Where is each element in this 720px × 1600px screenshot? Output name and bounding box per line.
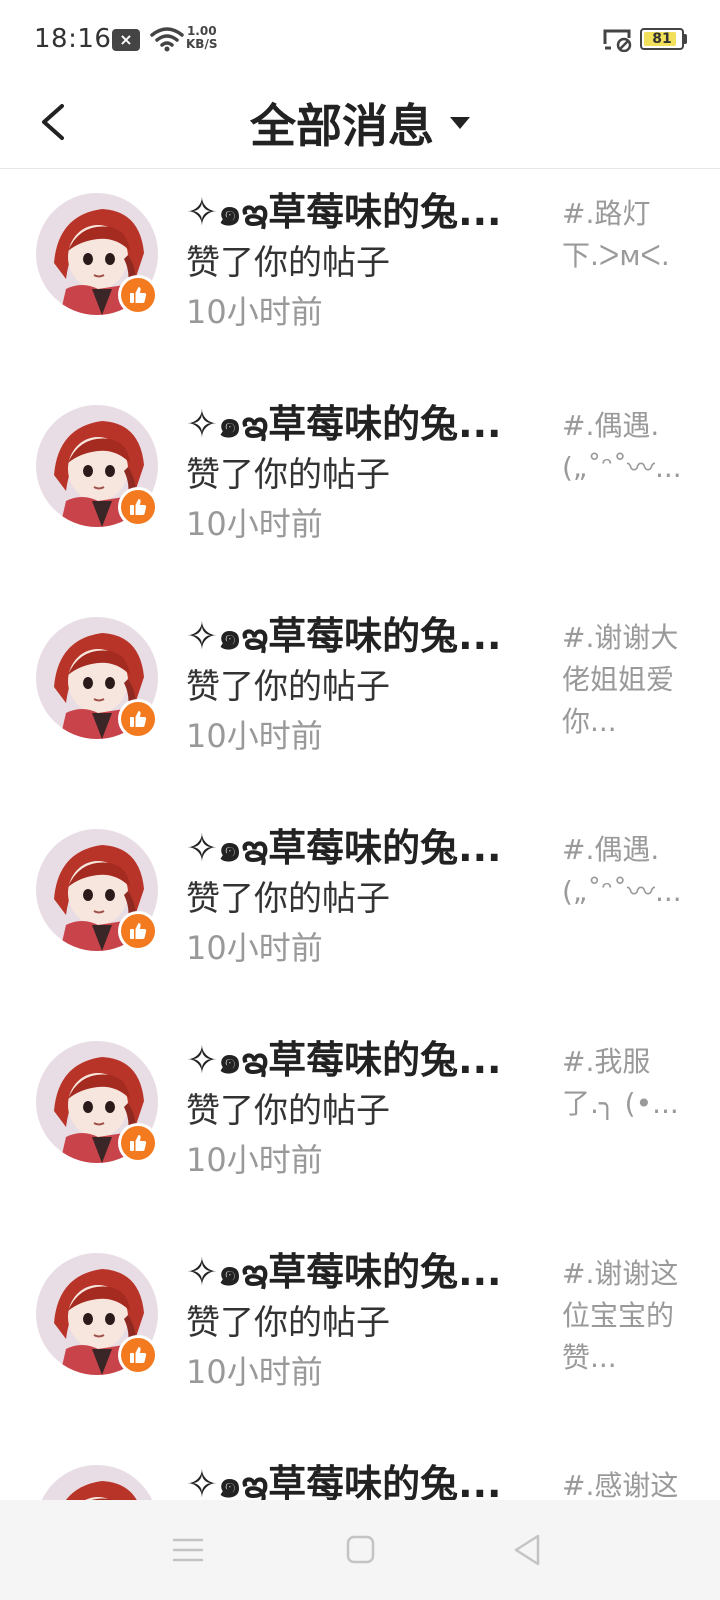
battery-level: 81 bbox=[652, 31, 672, 47]
message-time: 10小时前 bbox=[186, 293, 323, 331]
message-action: 赞了你的帖子 bbox=[186, 243, 390, 283]
post-preview-line: #.谢谢大 bbox=[562, 621, 679, 654]
post-preview[interactable]: #.偶遇. („˚ᵔ˚〰... bbox=[562, 829, 690, 913]
message-item[interactable]: ✧๑ఇ草莓味的兔... 赞了你的帖子 10小时前 #.谢谢大 佬姐姐爱 你... bbox=[0, 593, 720, 805]
thumbs-up-icon bbox=[118, 275, 158, 315]
avatar[interactable] bbox=[36, 1465, 158, 1500]
post-preview-line: 赞... bbox=[562, 1341, 617, 1374]
post-preview-line: („˚ᵔ˚〰... bbox=[562, 875, 682, 908]
post-preview-line: 你... bbox=[562, 705, 617, 738]
message-list[interactable]: ✧๑ఇ草莓味的兔... 赞了你的帖子 10小时前 #.路灯下.ᐳᴍᐸ. ✧๑ఇ草莓味的兔… bbox=[0, 169, 720, 1500]
menu-icon bbox=[172, 1538, 204, 1562]
message-time: 10小时前 bbox=[186, 1141, 323, 1179]
post-preview-line: #.偶遇. bbox=[562, 833, 660, 866]
thumbs-up-icon bbox=[118, 1123, 158, 1163]
thumbs-up-icon bbox=[118, 911, 158, 951]
message-action: 赞了你的帖子 bbox=[186, 1091, 390, 1131]
post-preview-line: („˚ᵔ˚〰... bbox=[562, 451, 682, 484]
triangle-back-icon bbox=[514, 1534, 540, 1566]
message-time: 10小时前 bbox=[186, 505, 323, 543]
post-preview-line: 下.ᐳᴍᐸ. bbox=[562, 239, 670, 272]
message-time: 10小时前 bbox=[186, 717, 323, 755]
home-button[interactable] bbox=[340, 1530, 380, 1570]
caret-down-icon bbox=[450, 117, 470, 129]
avatar[interactable] bbox=[36, 829, 158, 951]
post-preview-line: #.我服 bbox=[562, 1045, 651, 1078]
message-action: 赞了你的帖子 bbox=[186, 1303, 390, 1343]
square-icon bbox=[346, 1535, 375, 1564]
avatar[interactable] bbox=[36, 405, 158, 527]
post-preview[interactable]: #.感谢这 bbox=[562, 1465, 690, 1500]
message-time: 10小时前 bbox=[186, 929, 323, 967]
title-dropdown[interactable]: 全部消息 bbox=[0, 90, 720, 156]
system-nav-bar bbox=[0, 1500, 720, 1600]
post-preview-line: 位宝宝的 bbox=[562, 1299, 675, 1332]
message-item[interactable]: ✧๑ఇ草莓味的兔... 赞了你的帖子 10小时前 #.我服 了.╮ (•... bbox=[0, 1017, 720, 1229]
message-item[interactable]: ✧๑ఇ草莓味的兔...赞了你的帖子10小时前#.感谢这 bbox=[0, 1441, 720, 1500]
status-bar: 18:16 × 1.00 KB/S 81 bbox=[0, 0, 720, 80]
post-preview-line: #.偶遇. bbox=[562, 409, 660, 442]
avatar[interactable] bbox=[36, 193, 158, 315]
avatar[interactable] bbox=[36, 1041, 158, 1163]
post-preview[interactable]: #.谢谢大佬姐姐爱你... bbox=[562, 617, 690, 743]
notification-icon: × bbox=[112, 29, 140, 51]
message-action: 赞了你的帖子 bbox=[186, 667, 390, 707]
post-preview-line: 佬姐姐爱 bbox=[562, 663, 675, 696]
message-time: 10小时前 bbox=[186, 1353, 323, 1391]
message-action: 赞了你的帖子 bbox=[186, 879, 390, 919]
thumbs-up-icon bbox=[118, 487, 158, 527]
recent-apps-button[interactable] bbox=[168, 1530, 208, 1570]
post-preview[interactable]: #.偶遇. („˚ᵔ˚〰... bbox=[562, 405, 690, 489]
message-item[interactable]: ✧๑ఇ草莓味的兔... 赞了你的帖子 10小时前 #.路灯 下.ᐳᴍᐸ. bbox=[0, 169, 720, 381]
wifi-icon bbox=[150, 27, 184, 52]
message-item[interactable]: ✧๑ఇ草莓味的兔... 赞了你的帖子 10小时前 #.谢谢这 位宝宝的 赞... bbox=[0, 1229, 720, 1441]
message-action: 赞了你的帖子 bbox=[186, 455, 390, 495]
thumbs-up-icon bbox=[118, 699, 158, 739]
post-preview[interactable]: #.路灯下.ᐳᴍᐸ. bbox=[562, 193, 690, 277]
back-nav-button[interactable] bbox=[508, 1530, 548, 1570]
avatar-image bbox=[36, 1465, 158, 1500]
top-bar: 全部消息 bbox=[0, 80, 720, 169]
thumbs-up-icon bbox=[118, 1335, 158, 1375]
post-preview-line: #.感谢这 bbox=[562, 1469, 679, 1500]
page-title: 全部消息 bbox=[250, 99, 434, 153]
post-preview-line: #.路灯 bbox=[562, 197, 651, 230]
avatar[interactable] bbox=[36, 1253, 158, 1375]
post-preview-line: 了.╮ (•... bbox=[562, 1087, 679, 1120]
cast-off-icon bbox=[603, 29, 632, 52]
battery-icon: 81 bbox=[640, 28, 684, 50]
message-item[interactable]: ✧๑ఇ草莓味的兔... 赞了你的帖子 10小时前 #.偶遇. („˚ᵔ˚〰... bbox=[0, 381, 720, 593]
post-preview-line: #.谢谢这 bbox=[562, 1257, 679, 1290]
post-preview[interactable]: #.谢谢这位宝宝的赞... bbox=[562, 1253, 690, 1379]
network-speed: 1.00 KB/S bbox=[186, 24, 218, 51]
avatar[interactable] bbox=[36, 617, 158, 739]
post-preview[interactable]: #.我服了.╮ (•... bbox=[562, 1041, 690, 1125]
message-item[interactable]: ✧๑ఇ草莓味的兔... 赞了你的帖子 10小时前 #.偶遇. („˚ᵔ˚〰... bbox=[0, 805, 720, 1017]
status-time: 18:16 bbox=[34, 24, 112, 54]
sender-name[interactable]: ✧๑ఇ草莓味的兔... bbox=[186, 1453, 526, 1500]
